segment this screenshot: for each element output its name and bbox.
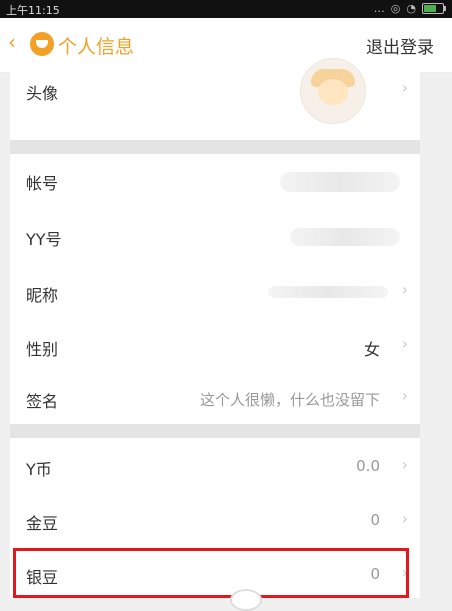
signature-row[interactable]: 签名 这个人很懒，什么也没留下 › xyxy=(10,372,420,425)
gender-label: 性别 xyxy=(26,340,59,359)
battery-icon xyxy=(422,3,446,14)
highlight-box xyxy=(13,548,409,598)
chevron-right-icon: › xyxy=(401,334,408,353)
more-icon: … xyxy=(373,2,385,15)
signal-icon: ◎ xyxy=(390,2,401,15)
chevron-right-icon: › xyxy=(401,386,408,405)
gold-bean-label: 金豆 xyxy=(26,514,59,533)
nickname-value-blurred xyxy=(268,286,388,298)
home-indicator-icon xyxy=(230,589,262,611)
section-divider xyxy=(10,424,420,438)
chevron-right-icon: › xyxy=(401,455,408,474)
status-bar: 上午11:15 … ◎ ◔ xyxy=(0,0,452,18)
ycoin-value: 0.0 xyxy=(356,457,380,475)
gold-bean-row[interactable]: 金豆 0 › xyxy=(10,492,420,549)
wifi-icon: ◔ xyxy=(406,2,416,15)
yy-number-row: YY号 xyxy=(10,208,420,265)
avatar-row[interactable]: 头像 › xyxy=(10,58,420,141)
status-time: 上午11:15 xyxy=(6,4,60,17)
chevron-right-icon: › xyxy=(401,280,408,299)
nickname-row[interactable]: 昵称 › xyxy=(10,264,420,321)
header-bar: ‹ 个人信息 退出登录 xyxy=(0,18,452,73)
signature-value: 这个人很懒，什么也没留下 xyxy=(199,391,380,409)
ycoin-row[interactable]: Y币 0.0 › xyxy=(10,438,420,493)
logout-button[interactable]: 退出登录 xyxy=(366,33,434,58)
back-icon[interactable]: ‹ xyxy=(8,30,16,54)
page-title: 个人信息 xyxy=(58,36,135,58)
signature-label: 签名 xyxy=(26,392,59,411)
avatar-label: 头像 xyxy=(26,84,59,103)
chevron-right-icon: › xyxy=(401,78,408,97)
status-icons: … ◎ ◔ xyxy=(373,2,446,15)
account-label: 帐号 xyxy=(26,174,59,193)
nickname-label: 昵称 xyxy=(26,286,59,305)
yy-number-label: YY号 xyxy=(26,230,62,249)
ycoin-label: Y币 xyxy=(26,460,52,479)
gender-value: 女 xyxy=(363,340,380,359)
account-value-blurred xyxy=(280,172,400,192)
account-row: 帐号 xyxy=(10,154,420,209)
avatar-image xyxy=(300,58,366,124)
app-logo-icon xyxy=(30,32,54,56)
gender-row[interactable]: 性别 女 › xyxy=(10,320,420,373)
chevron-right-icon: › xyxy=(401,509,408,528)
gold-bean-value: 0 xyxy=(370,511,380,529)
yy-number-value-blurred xyxy=(290,228,400,246)
section-divider xyxy=(10,140,420,154)
